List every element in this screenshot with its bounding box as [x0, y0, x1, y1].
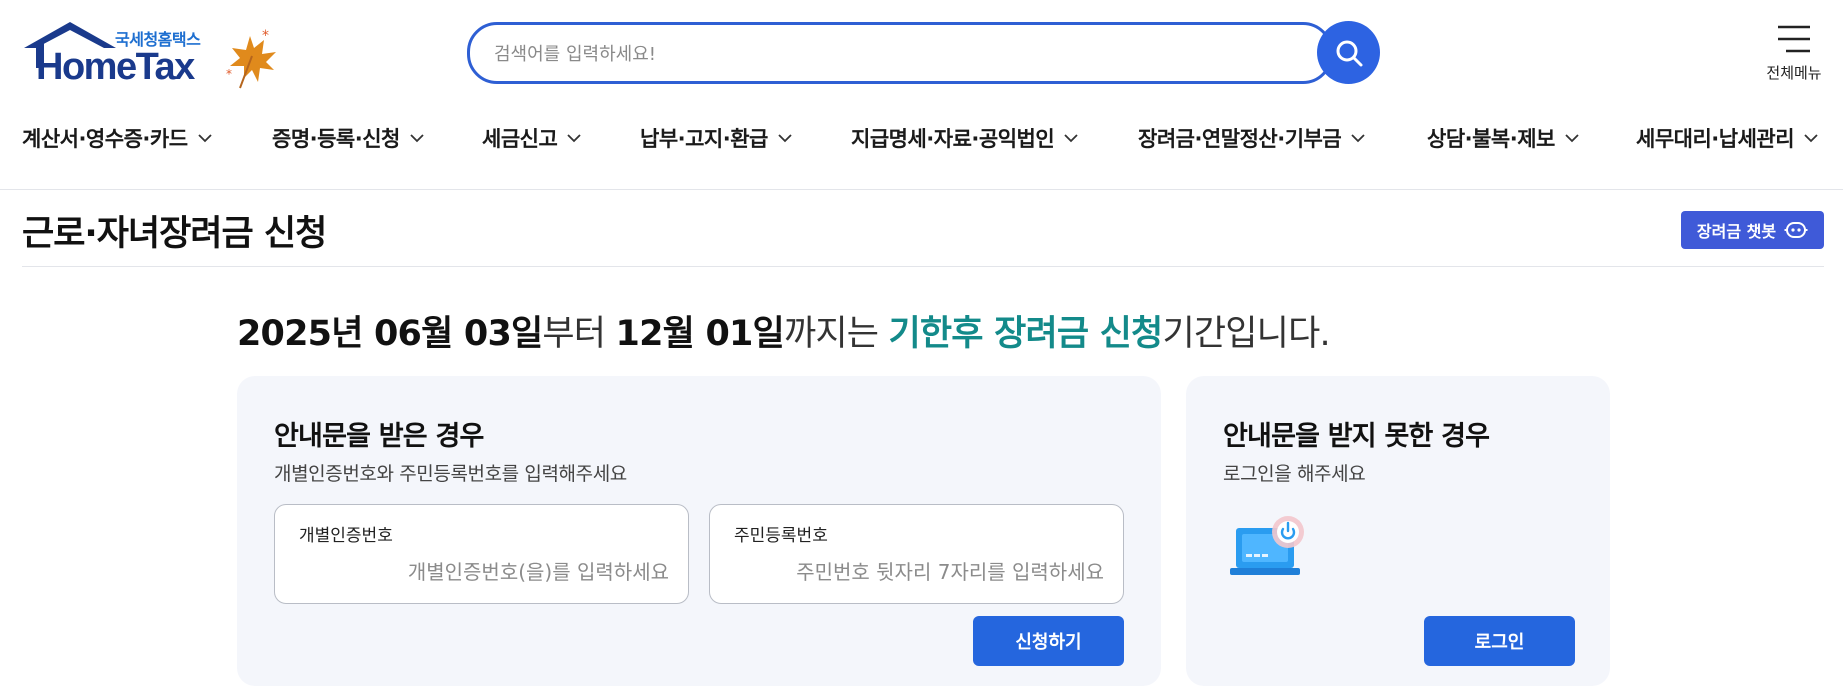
notice-received-card: 안내문을 받은 경우 개별인증번호와 주민등록번호를 입력해주세요 개별인증번호… [237, 376, 1161, 686]
chevron-down-icon [1351, 133, 1365, 142]
gnb-item-label: 증명·등록·신청 [272, 127, 400, 151]
svg-text:*: * [226, 67, 232, 81]
period-end-date: 12월 01일 [615, 314, 785, 354]
auth-number-label: 개별인증번호 [299, 526, 393, 546]
gnb-item-certificate[interactable]: 증명·등록·신청 [272, 118, 424, 158]
login-card-subtitle: 로그인을 해주세요 [1223, 463, 1366, 485]
maple-leaf-icon: * * [226, 28, 276, 89]
gnb-item-label: 지급명세·자료·공익법인 [851, 127, 1055, 151]
search-icon [1336, 40, 1362, 66]
chatbot-label: 장려금 챗봇 [1696, 222, 1777, 241]
gnb-item-label: 세금신고 [482, 127, 558, 151]
gnb-item-incentive[interactable]: 장려금·연말정산·기부금 [1138, 118, 1365, 158]
resident-number-label: 주민등록번호 [734, 526, 828, 546]
chevron-down-icon [567, 133, 581, 142]
search-button[interactable] [1317, 21, 1380, 84]
auth-number-field: 개별인증번호 [274, 504, 689, 604]
login-button[interactable]: 로그인 [1424, 616, 1575, 666]
chevron-down-icon [197, 133, 212, 142]
chatbot-icon [1784, 222, 1808, 238]
all-menu-label: 전체메뉴 [1766, 64, 1822, 82]
hamburger-icon [1778, 25, 1810, 53]
logo-english-text: HomeTax [36, 46, 195, 88]
application-period-notice: 2025년 06월 03일부터 12월 01일까지는 기한후 장려금 신청기간입… [237, 305, 1331, 356]
notice-not-received-card: 안내문을 받지 못한 경우 로그인을 해주세요 로그인 [1186, 376, 1610, 686]
auth-number-input[interactable] [295, 555, 669, 589]
login-card-title: 안내문을 받지 못한 경우 [1223, 421, 1490, 452]
period-from-text: 부터 [542, 314, 616, 354]
svg-text:*: * [262, 28, 269, 44]
gnb-item-statements[interactable]: 지급명세·자료·공익법인 [851, 118, 1078, 158]
chevron-down-icon [1565, 133, 1579, 142]
gnb-item-tax-agent[interactable]: 세무대리·납세관리 [1636, 118, 1818, 158]
hometax-logo[interactable]: 국세청홈택스 HomeTax * * [22, 22, 282, 92]
page-title: 근로·자녀장려금 신청 [22, 214, 327, 254]
gnb-item-payment[interactable]: 납부·고지·환급 [640, 118, 792, 158]
apply-button[interactable]: 신청하기 [973, 616, 1124, 666]
resident-number-input[interactable] [730, 555, 1104, 589]
period-start-date: 2025년 06월 03일 [237, 314, 543, 354]
gnb-item-label: 장려금·연말정산·기부금 [1138, 127, 1342, 151]
all-menu-button[interactable]: 전체메뉴 [1756, 22, 1832, 86]
gnb-item-consulting[interactable]: 상담·불복·제보 [1427, 118, 1579, 158]
notice-card-title: 안내문을 받은 경우 [274, 421, 484, 452]
gnb-item-invoice[interactable]: 계산서·영수증·카드 [22, 118, 212, 158]
chevron-down-icon [778, 133, 792, 142]
search-box [467, 22, 1333, 84]
gnb-item-label: 상담·불복·제보 [1427, 127, 1555, 151]
resident-number-field: 주민등록번호 [709, 504, 1124, 604]
chevron-down-icon [1064, 133, 1078, 142]
main-navigation: 계산서·영수증·카드 증명·등록·신청 세금신고 납부·고지·환급 지급명세·자… [0, 118, 1843, 158]
laptop-power-icon [1230, 516, 1304, 575]
chevron-down-icon [410, 133, 424, 142]
site-header: 국세청홈택스 HomeTax * * 전체메뉴 계산서·영수증·카드 [0, 0, 1843, 190]
notice-card-subtitle: 개별인증번호와 주민등록번호를 입력해주세요 [274, 463, 627, 485]
gnb-item-tax-filing[interactable]: 세금신고 [482, 118, 581, 158]
period-tail-text: 기간입니다. [1162, 314, 1330, 354]
chevron-down-icon [1804, 133, 1818, 142]
search-input[interactable] [494, 39, 1294, 69]
period-until-text: 까지는 [783, 314, 889, 354]
chatbot-button[interactable]: 장려금 챗봇 [1681, 211, 1824, 249]
gnb-item-label: 납부·고지·환급 [640, 127, 768, 151]
period-highlight: 기한후 장려금 신청 [888, 314, 1163, 354]
gnb-item-label: 세무대리·납세관리 [1636, 127, 1795, 151]
title-divider [22, 266, 1824, 267]
gnb-item-label: 계산서·영수증·카드 [22, 127, 188, 151]
